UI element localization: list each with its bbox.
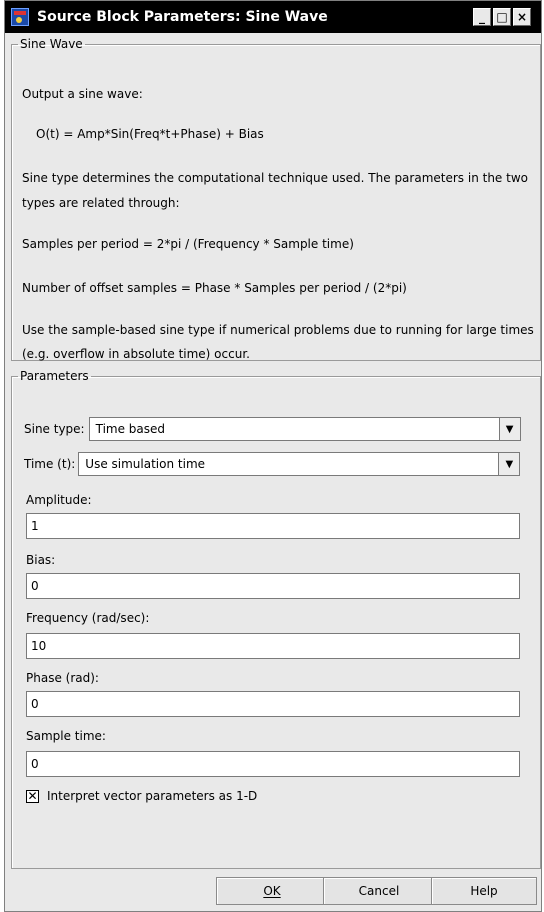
description-line: Sine type determines the computational t… [22, 171, 528, 185]
sine-wave-description-group: Sine Wave Output a sine wave: O(t) = Amp… [11, 37, 541, 361]
dialog-window: Source Block Parameters: Sine Wave _ □ ×… [4, 0, 542, 912]
interpret-vector-checkbox[interactable]: ✕ [26, 788, 39, 803]
bias-label: Bias: [26, 553, 56, 567]
minimize-button[interactable]: _ [473, 8, 491, 26]
sample-time-label: Sample time: [26, 729, 106, 743]
amplitude-label: Amplitude: [26, 493, 92, 507]
sine-type-value: Time based [95, 422, 166, 436]
help-button-label: Help [470, 884, 498, 898]
frequency-label: Frequency (rad/sec): [26, 611, 150, 625]
parameters-group: Parameters Sine type: Time based ▼ Time … [11, 369, 541, 869]
formula-line: O(t) = Amp*Sin(Freq*t+Phase) + Bias [36, 127, 264, 141]
title-bar[interactable]: Source Block Parameters: Sine Wave _ □ × [5, 1, 541, 33]
phase-label: Phase (rad): [26, 671, 99, 685]
sine-type-row: Sine type: Time based ▼ [24, 417, 521, 441]
sine-type-dropdown[interactable]: Time based ▼ [88, 417, 521, 441]
close-button[interactable]: × [513, 8, 531, 26]
chevron-down-icon[interactable]: ▼ [498, 453, 520, 475]
interpret-vector-row[interactable]: ✕ Interpret vector parameters as 1-D [26, 789, 257, 803]
ok-button-label: OK [263, 884, 281, 898]
maximize-button[interactable]: □ [493, 8, 511, 26]
group-legend-sine-wave: Sine Wave [20, 37, 83, 51]
ok-button[interactable]: OK [216, 877, 328, 905]
interpret-vector-label: Interpret vector parameters as 1-D [47, 789, 258, 803]
amplitude-input[interactable]: 1 [26, 513, 520, 539]
bias-input[interactable]: 0 [26, 573, 520, 599]
description-line: Output a sine wave: [22, 87, 143, 101]
description-line: Use the sample-based sine type if numeri… [22, 323, 534, 337]
simulink-block-icon [11, 8, 29, 26]
time-row: Time (t): Use simulation time ▼ [24, 452, 521, 476]
cancel-button-label: Cancel [358, 884, 400, 898]
frequency-input[interactable]: 10 [26, 633, 520, 659]
window-title: Source Block Parameters: Sine Wave [37, 9, 328, 25]
phase-input[interactable]: 0 [26, 691, 520, 717]
time-value: Use simulation time [85, 457, 206, 471]
description-line: Samples per period = 2*pi / (Frequency *… [22, 237, 354, 251]
cancel-button[interactable]: Cancel [323, 877, 435, 905]
time-label: Time (t): [24, 457, 76, 471]
description-line: (e.g. overflow in absolute time) occur. [22, 347, 250, 361]
time-dropdown[interactable]: Use simulation time ▼ [78, 452, 521, 476]
check-mark-icon: ✕ [27, 788, 38, 803]
description-line: Number of offset samples = Phase * Sampl… [22, 281, 407, 295]
help-button[interactable]: Help [431, 877, 537, 905]
group-legend-parameters: Parameters [20, 369, 89, 383]
sample-time-input[interactable]: 0 [26, 751, 520, 777]
description-line: types are related through: [22, 196, 180, 210]
sine-type-label: Sine type: [24, 422, 85, 436]
chevron-down-icon[interactable]: ▼ [498, 418, 520, 440]
